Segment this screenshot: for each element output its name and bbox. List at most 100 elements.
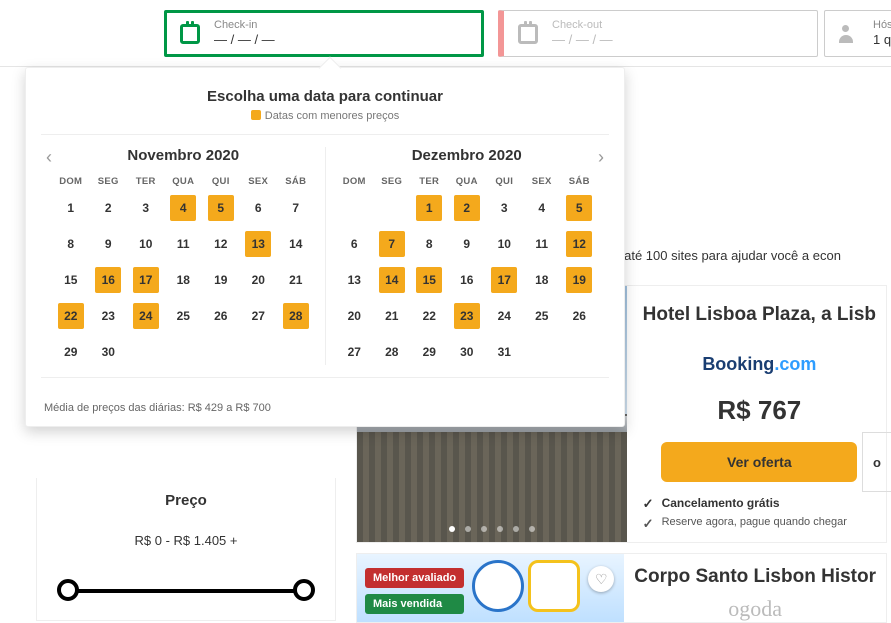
calendar-day[interactable]: 31 (491, 339, 517, 365)
divider (41, 134, 609, 135)
calendar-months: ‹ › Novembro 2020DOMSEGTERQUAQUISEXSÁB12… (26, 147, 624, 365)
checkout-field[interactable]: Check-out — / — / — (498, 10, 818, 57)
calendar-day[interactable]: 7 (379, 231, 405, 257)
calendar-day[interactable]: 10 (491, 231, 517, 257)
calendar-day[interactable]: 27 (245, 303, 271, 329)
calendar-day[interactable]: 9 (454, 231, 480, 257)
top-search-bar: Check-in — / — / — Check-out — / — / — H… (0, 0, 891, 67)
calendar-day[interactable]: 19 (566, 267, 592, 293)
calendar-day[interactable]: 27 (341, 339, 367, 365)
calendar-day[interactable]: 29 (416, 339, 442, 365)
guests-field[interactable]: Hósp 1 qu (824, 10, 891, 57)
calendar-day[interactable]: 7 (283, 195, 309, 221)
calendar-day[interactable]: 2 (95, 195, 121, 221)
price-slider[interactable] (57, 576, 315, 606)
calendar-day[interactable]: 5 (566, 195, 592, 221)
calendar-day[interactable]: 22 (58, 303, 84, 329)
calendar-day[interactable]: 16 (454, 267, 480, 293)
photo-pager[interactable] (357, 526, 627, 532)
calendar-day[interactable]: 20 (245, 267, 271, 293)
calendar-day[interactable]: 24 (133, 303, 159, 329)
hotel-name[interactable]: Corpo Santo Lisbon Histor (634, 566, 876, 588)
calendar-day[interactable]: 12 (566, 231, 592, 257)
calendar-day[interactable]: 15 (416, 267, 442, 293)
calendar-day[interactable]: 14 (379, 267, 405, 293)
safety-stamps (472, 560, 580, 612)
calendar-day[interactable]: 23 (454, 303, 480, 329)
calendar-day[interactable]: 21 (379, 303, 405, 329)
calendar-day[interactable]: 26 (208, 303, 234, 329)
calendar-heading: Escolha uma data para continuar (26, 88, 624, 105)
calendar-day[interactable]: 15 (58, 267, 84, 293)
calendar-day[interactable]: 6 (245, 195, 271, 221)
calendar-day[interactable]: 3 (133, 195, 159, 221)
hotel-photo[interactable]: Melhor avaliado Mais vendida ♡ (357, 554, 624, 622)
day-grid: 1234567891011121314151617181920212223242… (336, 195, 599, 365)
month-name: Novembro 2020 (52, 147, 315, 164)
checkout-label: Check-out (552, 19, 613, 32)
calendar-day[interactable]: 13 (245, 231, 271, 257)
alt-offer-peek[interactable]: o (862, 432, 891, 492)
legend-swatch (251, 110, 261, 120)
hotel-info: Hotel Lisboa Plaza, a Lisb Booking.com R… (627, 286, 886, 542)
calendar-day[interactable]: 25 (170, 303, 196, 329)
calendar-day[interactable]: 16 (95, 267, 121, 293)
calendar-day[interactable]: 20 (341, 303, 367, 329)
slider-handle-min[interactable] (57, 579, 79, 601)
prev-month-button[interactable]: ‹ (40, 147, 58, 168)
calendar-day[interactable]: 28 (283, 303, 309, 329)
clean-safe-badge (472, 560, 524, 612)
month-name: Dezembro 2020 (336, 147, 599, 164)
calendar-icon (180, 24, 200, 44)
calendar-day[interactable]: 12 (208, 231, 234, 257)
calendar-day[interactable]: 28 (379, 339, 405, 365)
calendar-day[interactable]: 29 (58, 339, 84, 365)
calendar-day[interactable]: 17 (491, 267, 517, 293)
calendar-day[interactable]: 24 (491, 303, 517, 329)
guests-label: Hósp (873, 19, 891, 32)
calendar-day[interactable]: 18 (170, 267, 196, 293)
calendar-day[interactable]: 5 (208, 195, 234, 221)
calendar-day[interactable]: 17 (133, 267, 159, 293)
weekday-header: DOMSEGTERQUAQUISEXSÁB (52, 176, 315, 187)
calendar-day[interactable]: 18 (529, 267, 555, 293)
checkin-field[interactable]: Check-in — / — / — (164, 10, 484, 57)
calendar-day[interactable]: 6 (341, 231, 367, 257)
calendar-day[interactable]: 30 (454, 339, 480, 365)
avg-price-note: Média de preços das diárias: R$ 429 a R$… (26, 390, 624, 414)
calendar-day[interactable]: 23 (95, 303, 121, 329)
hotel-card[interactable]: Melhor avaliado Mais vendida ♡ Corpo San… (356, 553, 887, 623)
calendar-day[interactable]: 1 (58, 195, 84, 221)
calendar-day[interactable]: 26 (566, 303, 592, 329)
checkout-value: — / — / — (552, 32, 613, 48)
calendar-day[interactable]: 1 (416, 195, 442, 221)
calendar-day[interactable]: 4 (529, 195, 555, 221)
provider-logo: Booking.com (643, 354, 876, 375)
calendar-day[interactable]: 8 (416, 231, 442, 257)
calendar-day[interactable]: 11 (170, 231, 196, 257)
check-icon: ✓ (643, 496, 654, 512)
slider-handle-max[interactable] (293, 579, 315, 601)
calendar-day[interactable]: 14 (283, 231, 309, 257)
calendar-day[interactable]: 30 (95, 339, 121, 365)
calendar-day[interactable]: 13 (341, 267, 367, 293)
calendar-day[interactable]: 4 (170, 195, 196, 221)
calendar-day[interactable]: 3 (491, 195, 517, 221)
calendar-day[interactable]: 19 (208, 267, 234, 293)
view-offer-button[interactable]: Ver oferta (661, 442, 857, 482)
calendar-day[interactable]: 21 (283, 267, 309, 293)
calendar-day[interactable]: 25 (529, 303, 555, 329)
calendar-day[interactable]: 11 (529, 231, 555, 257)
compare-note: s até 100 sites para ajudar você a econ (614, 248, 891, 263)
hotel-info: Corpo Santo Lisbon Histor ogoda (624, 554, 886, 622)
next-month-button[interactable]: › (592, 147, 610, 168)
calendar-day[interactable]: 22 (416, 303, 442, 329)
hotel-name[interactable]: Hotel Lisboa Plaza, a Lisb (643, 304, 876, 326)
calendar-month: Novembro 2020DOMSEGTERQUAQUISEXSÁB123456… (42, 147, 325, 365)
calendar-day[interactable]: 9 (95, 231, 121, 257)
calendar-day[interactable]: 10 (133, 231, 159, 257)
badge-best-rated: Melhor avaliado (365, 568, 464, 588)
favorite-button[interactable]: ♡ (588, 566, 614, 592)
calendar-day[interactable]: 2 (454, 195, 480, 221)
calendar-day[interactable]: 8 (58, 231, 84, 257)
